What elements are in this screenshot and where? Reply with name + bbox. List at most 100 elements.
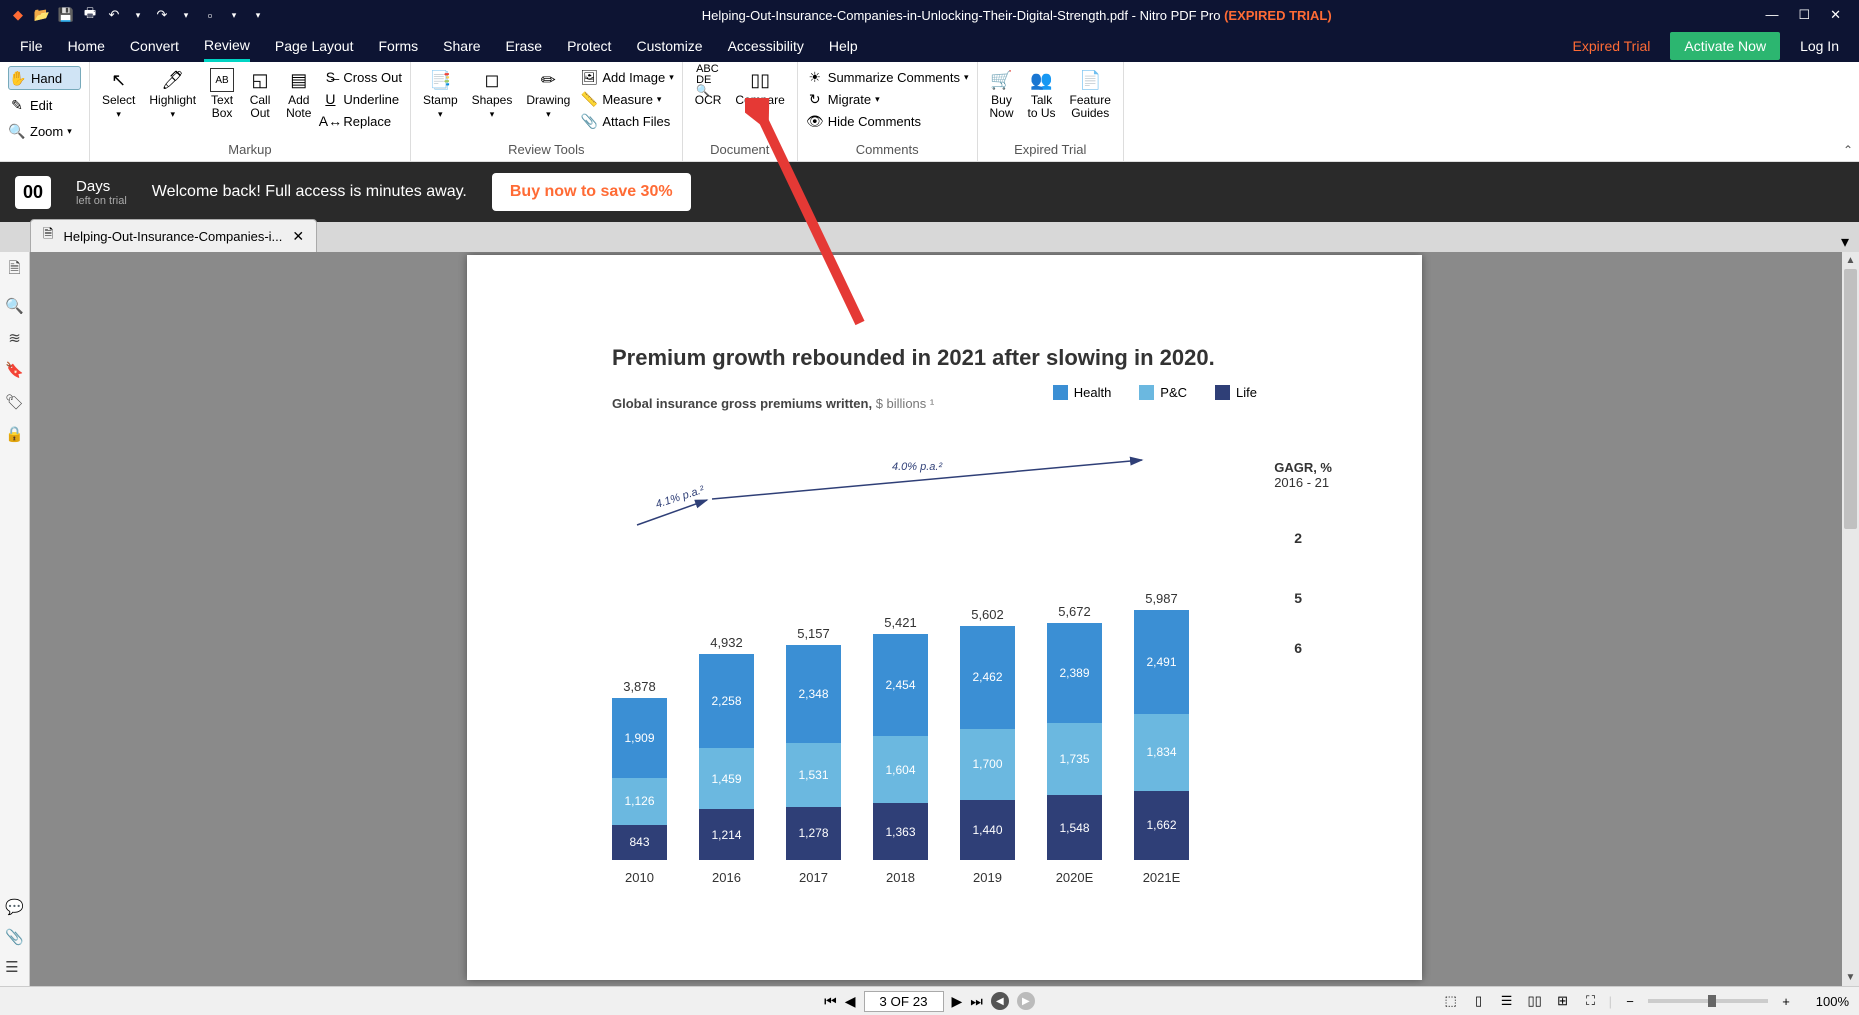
zoom-thumb[interactable]: [1708, 995, 1716, 1007]
menu-help[interactable]: Help: [829, 32, 858, 60]
shapes-tool[interactable]: ◻Shapes▾: [468, 66, 517, 122]
menu-review[interactable]: Review: [204, 31, 250, 62]
ribbon: ✋Hand ✎Edit 🔍Zoom▾ ↖Select▾ 🖊Highlight▾ …: [0, 62, 1859, 162]
menu-customize[interactable]: Customize: [636, 32, 702, 60]
buy-now-button[interactable]: Buy now to save 30%: [492, 173, 691, 211]
zoom-tool[interactable]: 🔍Zoom▾: [8, 120, 81, 142]
nav-back-icon[interactable]: ◀: [991, 992, 1009, 1010]
call-out-tool[interactable]: ◱Call Out: [244, 66, 276, 122]
bar-total-label: 5,602: [960, 607, 1015, 622]
migrate-tool[interactable]: ↻Migrate▾: [806, 88, 969, 110]
fullscreen-icon[interactable]: ⛶: [1581, 993, 1601, 1009]
menu-file[interactable]: File: [20, 32, 43, 60]
zoom-in-icon[interactable]: +: [1776, 994, 1796, 1009]
last-page-icon[interactable]: ⏭: [970, 993, 983, 1010]
pages-panel-icon[interactable]: 🗎: [8, 258, 20, 283]
qat-dropdown-icon[interactable]: ▾: [224, 5, 244, 25]
open-icon[interactable]: 📂: [32, 5, 52, 25]
replace-tool[interactable]: A↔Replace: [321, 110, 402, 132]
hand-tool[interactable]: ✋Hand: [8, 66, 81, 90]
bar-segment: 1,604: [873, 736, 928, 803]
nav-forward-icon[interactable]: ▶: [1017, 992, 1035, 1010]
next-page-icon[interactable]: ▶: [952, 993, 963, 1010]
ocr-tool[interactable]: ABCDE🔍OCR: [691, 66, 726, 109]
menu-protect[interactable]: Protect: [567, 32, 611, 60]
redo-dropdown-icon[interactable]: ▾: [176, 5, 196, 25]
security-panel-icon[interactable]: 🔒: [5, 425, 24, 443]
attachments-panel-icon[interactable]: 📎: [5, 928, 24, 946]
menu-share[interactable]: Share: [443, 32, 480, 60]
add-note-tool[interactable]: ▤Add Note: [282, 66, 315, 122]
maximize-icon[interactable]: ☐: [1798, 7, 1810, 23]
compare-tool[interactable]: ▯▯Compare: [731, 66, 788, 109]
bar-segment: 1,909: [612, 698, 667, 778]
scroll-up-icon[interactable]: ▲: [1842, 252, 1859, 269]
tab-close-icon[interactable]: ✕: [292, 228, 304, 245]
scroll-down-icon[interactable]: ▼: [1842, 969, 1859, 986]
add-image-tool[interactable]: 🖼Add Image▾: [580, 66, 673, 88]
bar-year-label: 2019: [960, 870, 1015, 885]
document-tab[interactable]: 🗎 Helping-Out-Insurance-Companies-i... ✕: [30, 219, 317, 252]
prev-page-icon[interactable]: ◀: [845, 993, 856, 1010]
highlight-tool[interactable]: 🖊Highlight▾: [145, 66, 200, 122]
attach-files-tool[interactable]: 📎Attach Files: [580, 110, 673, 132]
menu-erase[interactable]: Erase: [506, 32, 543, 60]
undo-dropdown-icon[interactable]: ▾: [128, 5, 148, 25]
save-icon[interactable]: 💾: [56, 5, 76, 25]
menu-convert[interactable]: Convert: [130, 32, 179, 60]
activate-now-button[interactable]: Activate Now: [1670, 32, 1780, 60]
redo-icon[interactable]: ↷: [152, 5, 172, 25]
tab-dropdown-icon[interactable]: ▾: [1841, 232, 1849, 252]
select-tool[interactable]: ↖Select▾: [98, 66, 139, 122]
chart-title: Premium growth rebounded in 2021 after s…: [612, 345, 1362, 371]
stamp-tool[interactable]: 📑Stamp▾: [419, 66, 462, 122]
pdf-page: Premium growth rebounded in 2021 after s…: [467, 255, 1422, 980]
first-page-icon[interactable]: ⏮: [824, 993, 837, 1010]
buy-now-tool[interactable]: 🛒Buy Now: [986, 66, 1018, 122]
qat-more-icon[interactable]: ▫: [200, 5, 220, 25]
summarize-comments-tool[interactable]: ☀Summarize Comments▾: [806, 66, 969, 88]
zoom-out-icon[interactable]: −: [1620, 994, 1640, 1009]
vertical-scrollbar[interactable]: ▲ ▼: [1842, 252, 1859, 986]
scroll-thumb[interactable]: [1844, 269, 1857, 529]
close-icon[interactable]: ✕: [1830, 7, 1841, 23]
zoom-level[interactable]: 100%: [1804, 994, 1849, 1009]
qat-customize-icon[interactable]: ▾: [248, 5, 268, 25]
print-icon[interactable]: 🖶: [80, 5, 100, 25]
edit-tool[interactable]: ✎Edit: [8, 94, 81, 116]
menu-page-layout[interactable]: Page Layout: [275, 32, 354, 60]
list-panel-icon[interactable]: ☰: [5, 958, 24, 976]
hide-comments-tool[interactable]: 👁Hide Comments: [806, 110, 969, 132]
login-button[interactable]: Log In: [1800, 32, 1839, 60]
tags-panel-icon[interactable]: 🏷: [5, 393, 24, 411]
layers-panel-icon[interactable]: ≋: [8, 329, 21, 347]
menu-forms[interactable]: Forms: [378, 32, 418, 60]
minimize-icon[interactable]: —: [1765, 7, 1778, 23]
bar-segment: 2,454: [873, 634, 928, 736]
zoom-slider[interactable]: [1648, 999, 1768, 1003]
feature-guides-tool[interactable]: 📄Feature Guides: [1066, 66, 1115, 122]
menu-home[interactable]: Home: [68, 32, 105, 60]
talk-to-us-tool[interactable]: 👥Talk to Us: [1024, 66, 1060, 122]
comment-panel-icon[interactable]: 💬: [5, 898, 24, 916]
undo-icon[interactable]: ↶: [104, 5, 124, 25]
facing-continuous-icon[interactable]: ⊞: [1553, 993, 1573, 1009]
menu-accessibility[interactable]: Accessibility: [728, 32, 804, 60]
gagr-header: GAGR, %2016 - 21: [1274, 460, 1332, 490]
ribbon-collapse-icon[interactable]: ⌃: [1843, 143, 1853, 157]
search-panel-icon[interactable]: 🔍: [5, 297, 24, 315]
single-page-icon[interactable]: ▯: [1469, 993, 1489, 1009]
cross-out-tool[interactable]: S̶Cross Out: [321, 66, 402, 88]
gagr-value: 2: [1294, 530, 1302, 546]
bookmarks-panel-icon[interactable]: 🔖: [5, 361, 24, 379]
underline-tool[interactable]: UUnderline: [321, 88, 402, 110]
expired-trial-link[interactable]: Expired Trial: [1573, 38, 1651, 54]
fit-width-icon[interactable]: ⬚: [1441, 993, 1461, 1009]
measure-tool[interactable]: 📏Measure▾: [580, 88, 673, 110]
continuous-icon[interactable]: ☰: [1497, 993, 1517, 1009]
text-box-tool[interactable]: ABText Box: [206, 66, 238, 122]
page-input[interactable]: [864, 991, 944, 1012]
document-viewport[interactable]: Premium growth rebounded in 2021 after s…: [30, 252, 1859, 986]
facing-icon[interactable]: ▯▯: [1525, 993, 1545, 1009]
drawing-tool[interactable]: ✏Drawing▾: [522, 66, 574, 122]
